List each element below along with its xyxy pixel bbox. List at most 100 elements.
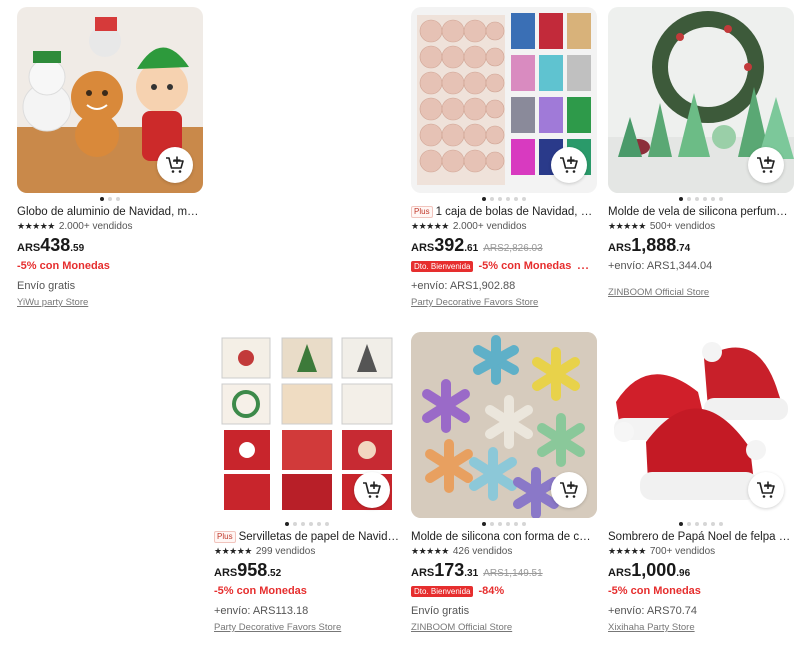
- product-title-text: Servilletas de papel de Navida...: [238, 531, 400, 543]
- shipping-info: +envío: ARS1,344.04: [608, 260, 713, 272]
- shipping-info: Envío gratis: [411, 605, 470, 617]
- price-cents: .59: [70, 243, 85, 254]
- plus-badge: Plus: [411, 206, 433, 218]
- coins-discount: -5% con Monedas: [478, 260, 572, 272]
- currency: ARS: [17, 242, 41, 254]
- price-cents: .61: [464, 243, 479, 254]
- product-image[interactable]: [608, 332, 794, 518]
- product-title[interactable]: Plus 1 caja de bolas de Navidad, ad...: [411, 205, 597, 220]
- add-to-cart-button[interactable]: [354, 472, 390, 508]
- add-to-cart-button[interactable]: [748, 147, 784, 183]
- more-promos-button[interactable]: ...: [577, 260, 589, 272]
- original-price: ARS1,149.51: [483, 568, 543, 579]
- product-image[interactable]: [411, 7, 597, 193]
- price-integer: 173: [434, 560, 465, 580]
- sold-count: 299 vendidos: [255, 546, 316, 557]
- product-title[interactable]: Plus Servilletas de papel de Navida...: [214, 530, 400, 545]
- coins-discount: -5% con Monedas: [214, 585, 307, 597]
- promo-row: -5% con Monedas: [214, 582, 400, 600]
- store-link[interactable]: ZINBOOM Official Store: [608, 286, 794, 300]
- sold-count: 500+ vendidos: [649, 221, 716, 232]
- cart-add-icon: [363, 481, 381, 498]
- price: ARS 173.31 ARS1,149.51: [411, 560, 597, 582]
- store-link[interactable]: Xixihaha Party Store: [608, 621, 794, 635]
- rating-row: ★★★★★ 426 vendidos: [411, 545, 597, 558]
- carousel-dots: [608, 193, 794, 205]
- store-link[interactable]: YiWu party Store: [17, 296, 203, 310]
- product-image[interactable]: [17, 7, 203, 193]
- price: ARS 1,000.96: [608, 560, 794, 582]
- cart-add-icon: [560, 156, 578, 173]
- price-cents: .52: [267, 568, 282, 579]
- promo-row: -5% con Monedas: [17, 257, 203, 275]
- product-title-text: 1 caja de bolas de Navidad, ad...: [435, 206, 597, 218]
- price: ARS 392.61 ARS2,826.03: [411, 235, 597, 257]
- product-card[interactable]: Molde de silicona con forma de cop... ★★…: [411, 332, 597, 635]
- sold-count: 2.000+ vendidos: [58, 221, 133, 232]
- currency: ARS: [608, 567, 632, 579]
- price-integer: 392: [434, 235, 465, 255]
- promo-row: -5% con Monedas: [608, 582, 794, 600]
- store-link[interactable]: Party Decorative Favors Store: [411, 296, 597, 310]
- product-title[interactable]: Molde de silicona con forma de cop...: [411, 530, 597, 545]
- product-card[interactable]: Molde de vela de silicona perfumad... ★★…: [608, 7, 794, 300]
- carousel-dots: [411, 518, 597, 530]
- price-cents: .74: [676, 243, 691, 254]
- price: ARS 958.52: [214, 560, 400, 582]
- price-integer: 438: [40, 235, 71, 255]
- promo-row: Dto. Bienvenida -5% con Monedas...: [411, 257, 597, 275]
- carousel-dots: [608, 518, 794, 530]
- promo-row: Dto. Bienvenida -84%: [411, 582, 597, 600]
- cart-add-icon: [560, 481, 578, 498]
- rating-row: ★★★★★ 299 vendidos: [214, 545, 400, 558]
- product-title[interactable]: Globo de aluminio de Navidad, mu...: [17, 205, 203, 220]
- carousel-dots: [411, 193, 597, 205]
- shipping-info: +envío: ARS1,902.88: [411, 280, 516, 292]
- currency: ARS: [411, 567, 435, 579]
- price-cents: .31: [464, 568, 479, 579]
- rating-stars: ★★★★★: [608, 221, 646, 231]
- sold-count: 426 vendidos: [452, 546, 513, 557]
- product-card[interactable]: Plus Servilletas de papel de Navida... ★★…: [214, 332, 400, 635]
- sold-count: 2.000+ vendidos: [452, 221, 527, 232]
- cart-add-icon: [757, 156, 775, 173]
- rating-stars: ★★★★★: [214, 546, 252, 556]
- coins-discount: -5% con Monedas: [608, 585, 701, 597]
- product-card[interactable]: Plus 1 caja de bolas de Navidad, ad... ★★…: [411, 7, 597, 310]
- product-image[interactable]: [608, 7, 794, 193]
- plus-badge: Plus: [214, 531, 236, 543]
- original-price: ARS2,826.03: [483, 243, 543, 254]
- cart-add-icon: [166, 156, 184, 173]
- price: ARS 1,888.74: [608, 235, 794, 257]
- welcome-discount-badge: Dto. Bienvenida: [411, 585, 474, 597]
- currency: ARS: [411, 242, 435, 254]
- cart-add-icon: [757, 481, 775, 498]
- rating-stars: ★★★★★: [411, 546, 449, 556]
- price-integer: 1,888: [631, 235, 677, 255]
- price-cents: .96: [676, 568, 691, 579]
- add-to-cart-button[interactable]: [551, 472, 587, 508]
- shipping-info: +envío: ARS70.74: [608, 605, 697, 617]
- percent-discount: -84%: [478, 585, 505, 597]
- price-integer: 958: [237, 560, 268, 580]
- rating-row: ★★★★★ 2.000+ vendidos: [411, 220, 597, 233]
- shipping-info: Envío gratis: [17, 280, 76, 292]
- add-to-cart-button[interactable]: [748, 472, 784, 508]
- rating-stars: ★★★★★: [608, 546, 646, 556]
- add-to-cart-button[interactable]: [551, 147, 587, 183]
- product-image[interactable]: [411, 332, 597, 518]
- carousel-dots: [214, 518, 400, 530]
- sold-count: 700+ vendidos: [649, 546, 716, 557]
- product-image[interactable]: [214, 332, 400, 518]
- carousel-dots: [17, 193, 203, 205]
- product-title[interactable]: Molde de vela de silicona perfumad...: [608, 205, 794, 220]
- add-to-cart-button[interactable]: [157, 147, 193, 183]
- welcome-discount-badge: Dto. Bienvenida: [411, 260, 474, 272]
- product-card[interactable]: Sombrero de Papá Noel de felpa pa... ★★★…: [608, 332, 794, 635]
- store-link[interactable]: ZINBOOM Official Store: [411, 621, 597, 635]
- rating-stars: ★★★★★: [17, 221, 55, 231]
- product-title[interactable]: Sombrero de Papá Noel de felpa pa...: [608, 530, 794, 545]
- product-card[interactable]: Globo de aluminio de Navidad, mu... ★★★★…: [17, 7, 203, 310]
- store-link[interactable]: Party Decorative Favors Store: [214, 621, 400, 635]
- price-integer: 1,000: [631, 560, 677, 580]
